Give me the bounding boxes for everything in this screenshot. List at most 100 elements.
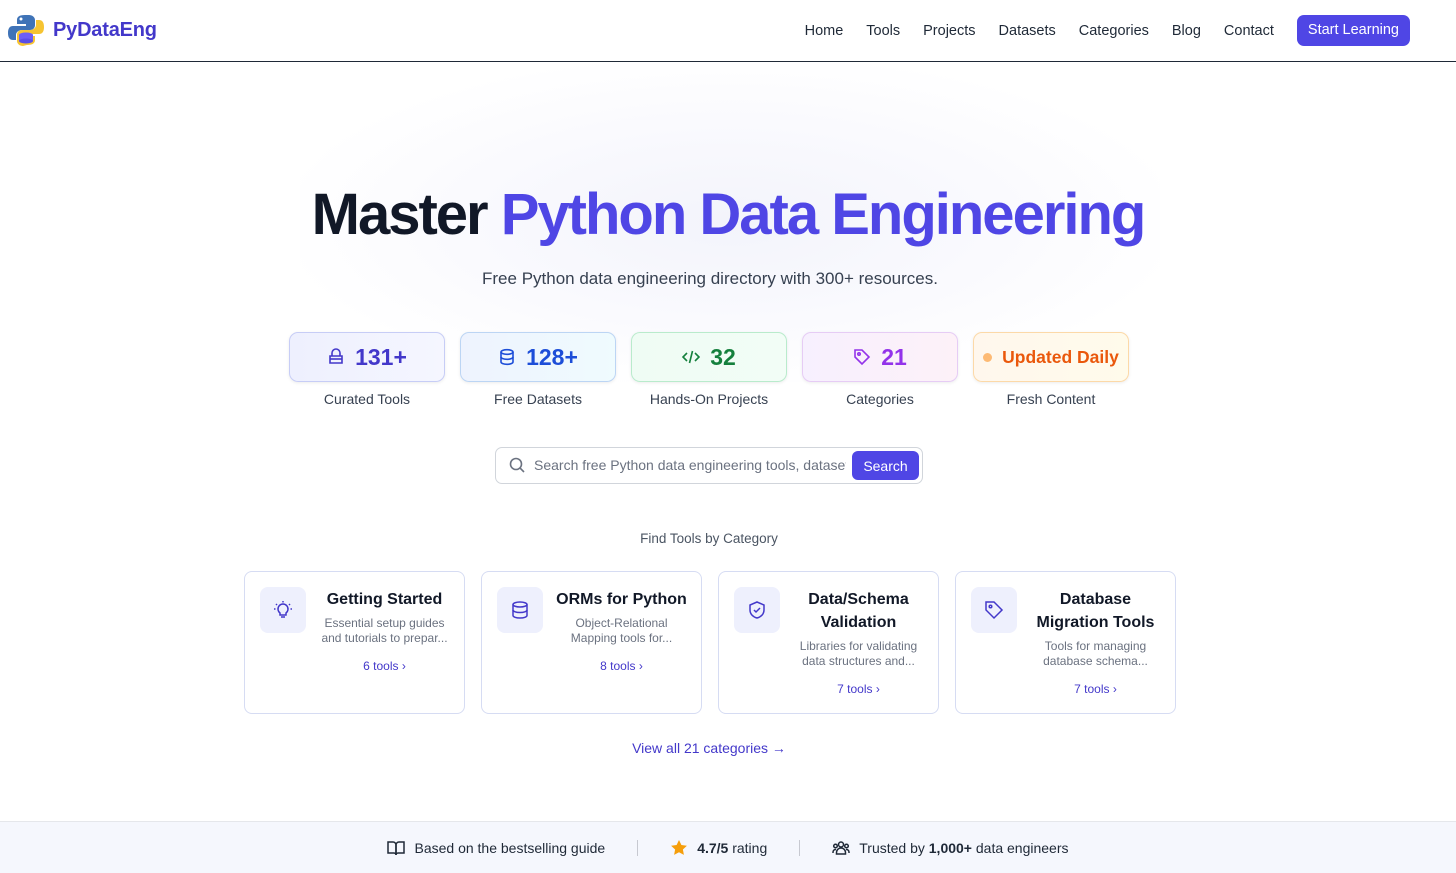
- category-icon-box: [260, 587, 306, 633]
- stat-box: 32: [631, 332, 787, 382]
- category-count-link[interactable]: 7 tools ›: [791, 682, 926, 696]
- hero-title: Master Python Data Engineering: [0, 180, 1456, 250]
- search-input[interactable]: [534, 453, 846, 477]
- category-count-link[interactable]: 6 tools ›: [317, 659, 452, 673]
- hero-subtitle: Free Python data engineering directory w…: [482, 269, 938, 288]
- shield-check-icon: [749, 601, 765, 619]
- stat-label: Curated Tools: [323, 391, 411, 407]
- stat-curated-tools[interactable]: 131+ Curated Tools: [289, 332, 445, 407]
- category-count-link[interactable]: 7 tools ›: [1028, 682, 1163, 696]
- stat-value: 32: [710, 343, 736, 370]
- stat-box: 131+: [289, 332, 445, 382]
- category-count: 7 tools: [837, 682, 873, 696]
- chevron-right-icon: ›: [1112, 682, 1117, 696]
- database-icon: [512, 601, 528, 619]
- stat-fresh-content[interactable]: Updated Daily Fresh Content: [973, 332, 1129, 407]
- search-bar: Search: [495, 447, 923, 484]
- trust-bar: Based on the bestselling guide 4.7/5 rat…: [0, 821, 1456, 873]
- category-icon-box: [971, 587, 1017, 633]
- stat-box: Updated Daily: [973, 332, 1129, 382]
- dot-icon: [983, 352, 993, 362]
- stat-free-datasets[interactable]: 128+ Free Datasets: [460, 332, 616, 407]
- box-icon: [329, 348, 343, 364]
- trusted-count: 1,000+: [928, 839, 972, 856]
- category-description: Libraries for validating data structures…: [799, 639, 918, 668]
- chevron-right-icon: ›: [638, 659, 643, 673]
- stat-label: Fresh Content: [1006, 391, 1096, 407]
- category-cards: Getting Started Essential setup guides a…: [244, 571, 1176, 714]
- brand[interactable]: PyDataEng: [8, 13, 157, 47]
- lightbulb-icon: [274, 601, 292, 618]
- rating-suffix: rating: [732, 839, 768, 856]
- chevron-right-icon: ›: [875, 682, 880, 696]
- star-icon: [671, 839, 688, 855]
- category-card-database-migration[interactable]: Database Migration Tools Tools for manag…: [955, 571, 1176, 714]
- divider: [637, 839, 639, 856]
- nav-link-contact[interactable]: Contact: [1224, 16, 1274, 46]
- stat-value: 131+: [355, 343, 407, 370]
- category-count: 8 tools: [600, 659, 636, 673]
- category-heading: Find Tools by Category: [640, 531, 778, 546]
- stat-box: 21: [802, 332, 958, 382]
- database-icon: [500, 348, 514, 366]
- category-description: Object-Relational Mapping tools for...: [570, 616, 673, 645]
- category-description: Essential setup guides and tutorials to …: [321, 616, 448, 645]
- category-count: 7 tools: [1074, 682, 1110, 696]
- top-navbar: PyDataEng Home Tools Projects Datasets C…: [0, 0, 1456, 62]
- code-icon: [682, 350, 701, 364]
- trust-guide: Based on the bestselling guide: [387, 839, 605, 857]
- view-all-categories-link[interactable]: View all 21 categories →: [0, 740, 1418, 756]
- nav-link-projects[interactable]: Projects: [923, 16, 975, 46]
- divider: [799, 839, 801, 856]
- category-title: Getting Started: [326, 591, 443, 608]
- category-title: ORMs for Python: [556, 591, 687, 608]
- category-body: Database Migration Tools Tools for manag…: [1028, 588, 1163, 696]
- trusted-suffix: data engineers: [975, 839, 1069, 856]
- trust-users: Trusted by 1,000+ data engineers: [832, 839, 1069, 857]
- category-description: Tools for managing database schema...: [1043, 639, 1148, 668]
- stat-label: Free Datasets: [494, 391, 582, 407]
- stat-hands-on-projects[interactable]: 32 Hands-On Projects: [631, 332, 787, 407]
- stat-value: 128+: [526, 343, 578, 370]
- hero-title-plain: Master: [311, 182, 489, 247]
- category-count: 6 tools: [363, 659, 399, 673]
- search-button[interactable]: Search: [852, 451, 919, 480]
- category-title: Database Migration Tools: [1036, 591, 1155, 631]
- brand-name: PyDataEng: [53, 18, 157, 41]
- rating-value: 4.7/5: [697, 839, 729, 856]
- category-card-getting-started[interactable]: Getting Started Essential setup guides a…: [244, 571, 465, 714]
- stat-value: 21: [881, 343, 907, 370]
- stat-value: Updated Daily: [1002, 346, 1119, 367]
- book-open-icon: [387, 840, 406, 855]
- chevron-right-icon: ›: [401, 659, 406, 673]
- nav-link-tools[interactable]: Tools: [866, 16, 900, 46]
- tag-icon: [985, 601, 1004, 620]
- category-body: Data/Schema Validation Libraries for val…: [791, 588, 926, 696]
- nav-link-home[interactable]: Home: [805, 16, 844, 46]
- hero-title-accent: Python Data Engineering: [500, 182, 1147, 247]
- users-icon: [832, 840, 850, 855]
- trust-rating: 4.7/5 rating: [670, 839, 767, 857]
- nav-link-categories[interactable]: Categories: [1079, 16, 1149, 46]
- nav-link-datasets[interactable]: Datasets: [999, 16, 1056, 46]
- tag-icon: [854, 349, 871, 366]
- category-card-orms[interactable]: ORMs for Python Object-Relational Mappin…: [481, 571, 702, 714]
- trust-guide-text: Based on the bestselling guide: [414, 839, 606, 856]
- nav-links: Home Tools Projects Datasets Categories …: [805, 15, 1410, 46]
- category-title: Data/Schema Validation: [808, 591, 909, 631]
- stat-categories[interactable]: 21 Categories: [802, 332, 958, 407]
- category-card-data-schema-validation[interactable]: Data/Schema Validation Libraries for val…: [718, 571, 939, 714]
- nav-link-blog[interactable]: Blog: [1172, 16, 1201, 46]
- start-learning-button[interactable]: Start Learning: [1296, 15, 1410, 46]
- category-icon-box: [497, 587, 543, 633]
- stat-label: Categories: [846, 391, 914, 407]
- python-logo-icon: [8, 15, 44, 46]
- category-body: Getting Started Essential setup guides a…: [317, 588, 452, 673]
- search-icon: [509, 457, 525, 473]
- category-count-link[interactable]: 8 tools ›: [554, 659, 689, 673]
- category-body: ORMs for Python Object-Relational Mappin…: [554, 588, 689, 673]
- stat-box: 128+: [460, 332, 616, 382]
- trusted-prefix: Trusted by: [859, 839, 925, 856]
- stat-label: Hands-On Projects: [649, 391, 769, 407]
- stats-row: 131+ Curated Tools 128+ Free Datasets 32…: [289, 332, 1129, 407]
